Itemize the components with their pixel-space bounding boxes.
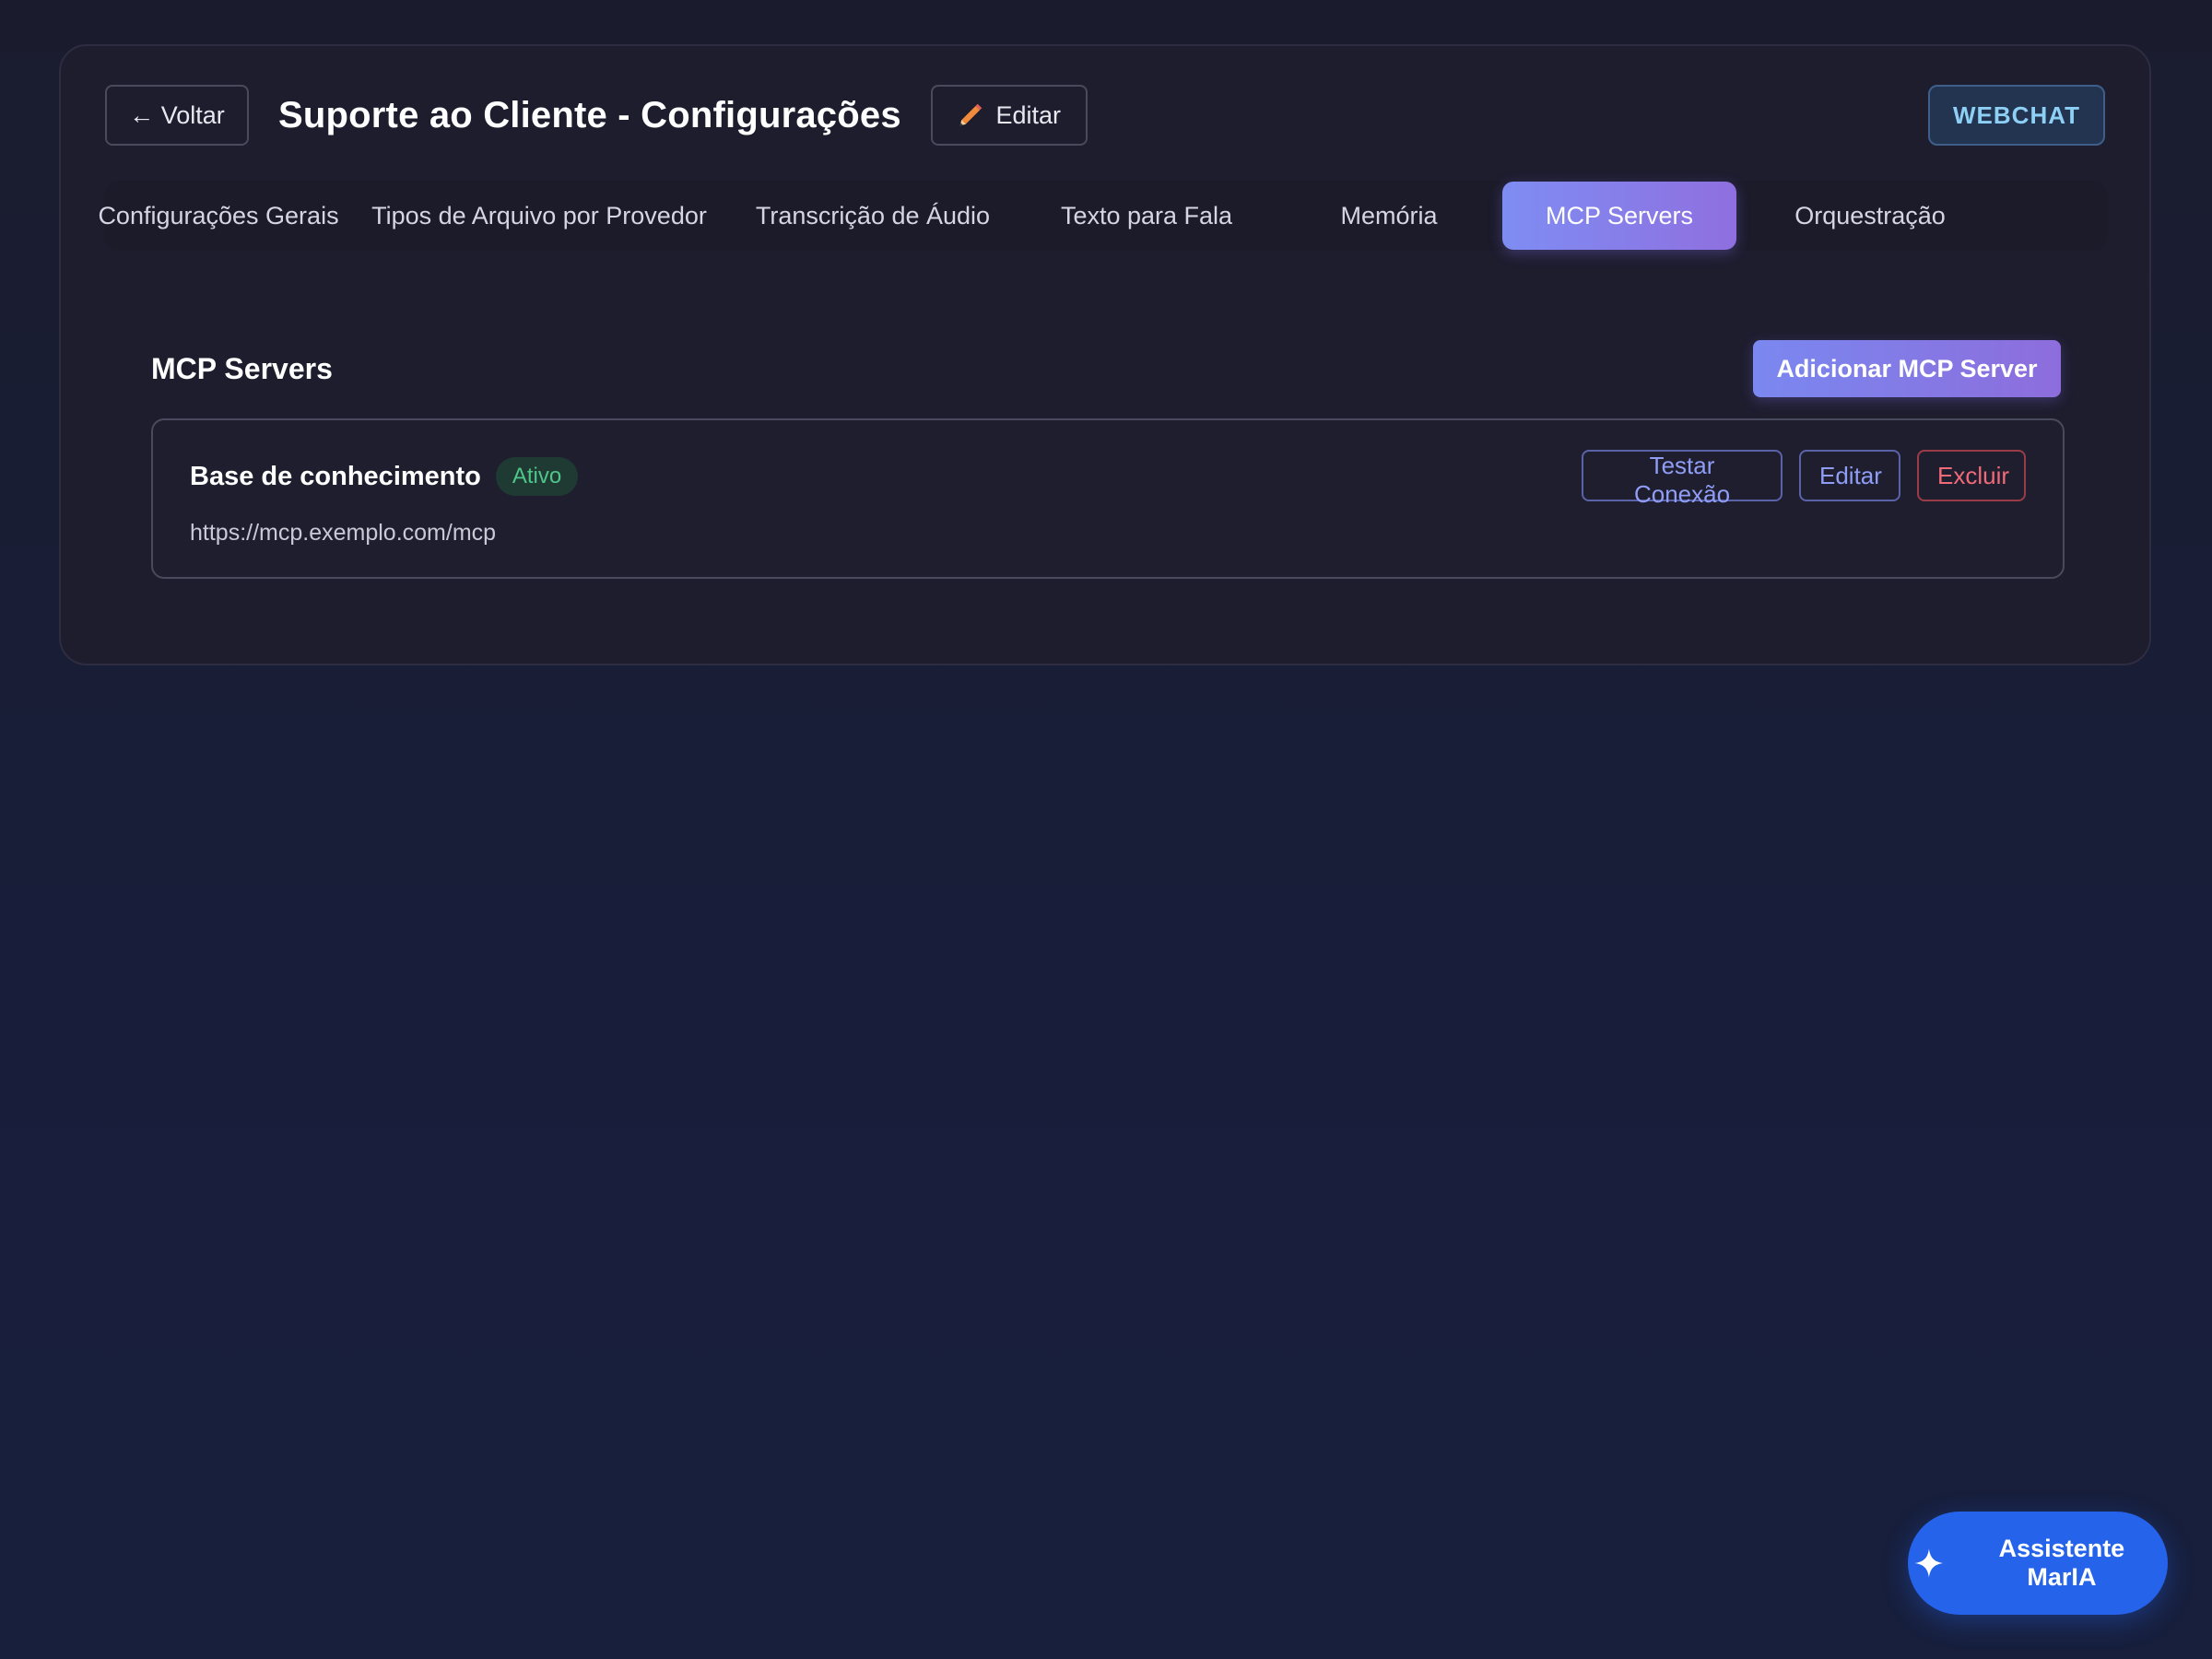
pencil-icon (960, 103, 982, 126)
channel-badge: WEBCHAT (1928, 85, 2105, 146)
tab-texto-para-fala[interactable]: Texto para Fala (999, 182, 1294, 250)
delete-server-button[interactable]: Excluir (1917, 450, 2026, 501)
tab-configuracoes-gerais[interactable]: Configurações Gerais (98, 182, 338, 250)
tab-mcp-servers[interactable]: MCP Servers (1502, 182, 1736, 250)
tab-orquestracao[interactable]: Orquestração (1746, 182, 1994, 250)
server-name-row: Base de conhecimento Ativo (190, 457, 579, 496)
assistant-label: Assistente MarIA (1998, 1535, 2125, 1591)
edit-agent-button[interactable]: Editar (930, 85, 1088, 146)
settings-panel: ← Voltar Suporte ao Cliente - Configuraç… (59, 44, 2151, 665)
back-button-label: ← Voltar (129, 100, 225, 129)
sparkle-icon (1914, 1548, 1944, 1578)
tab-memoria[interactable]: Memória (1294, 182, 1484, 250)
test-connection-button[interactable]: Testar Conexão (1582, 450, 1783, 508)
server-url: https://mcp.exemplo.com/mcp (190, 520, 497, 546)
edit-server-button[interactable]: Editar (1799, 450, 1900, 501)
tab-tipos-de-arquivo[interactable]: Tipos de Arquivo por Provedor (332, 182, 747, 250)
status-badge: Ativo (495, 457, 579, 496)
assistant-button[interactable]: Assistente MarIA (1908, 1512, 2168, 1615)
section-header: MCP Servers Adicionar MCP Server (151, 339, 2061, 398)
settings-tabs: Configurações Gerais Tipos de Arquivo po… (98, 181, 2107, 251)
page-title: Suporte ao Cliente - Configurações (278, 94, 901, 135)
server-name: Base de conhecimento (190, 461, 481, 491)
page-header: ← Voltar Suporte ao Cliente - Configuraç… (105, 85, 2105, 146)
back-button[interactable]: ← Voltar (105, 85, 249, 146)
tab-transcricao-de-audio[interactable]: Transcrição de Áudio (747, 182, 999, 250)
add-mcp-server-button[interactable]: Adicionar MCP Server (1753, 340, 2061, 397)
mcp-server-card: Base de conhecimento Ativo https://mcp.e… (151, 418, 2065, 579)
server-actions: Testar Conexão Editar Excluir (1582, 450, 2026, 508)
section-title: MCP Servers (151, 351, 333, 385)
edit-agent-label: Editar (995, 100, 1062, 129)
